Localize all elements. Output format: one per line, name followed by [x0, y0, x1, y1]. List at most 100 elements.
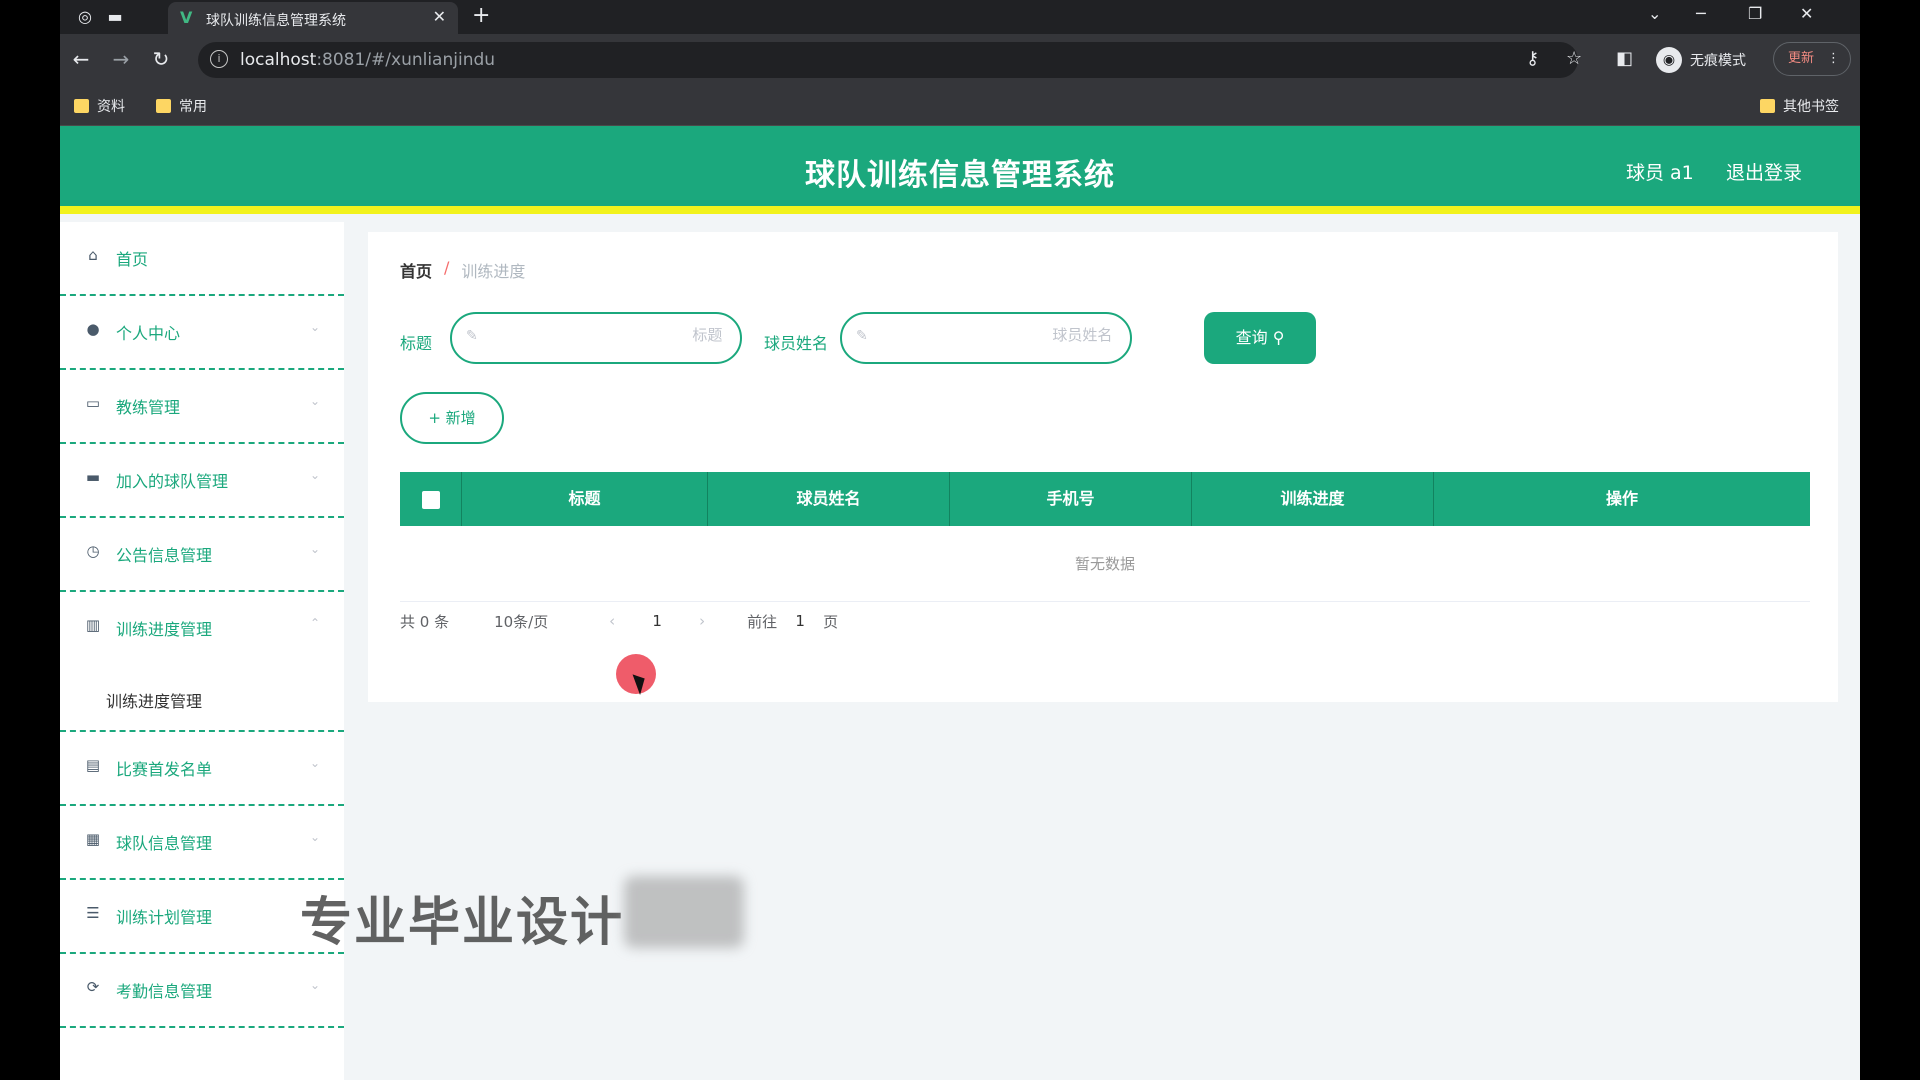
bookmark-label: 资料 [97, 99, 125, 115]
briefcase-icon: ▤ [85, 756, 101, 774]
watermark: 专业毕业设计 [300, 893, 625, 953]
clock-icon: ◷ [86, 542, 100, 560]
sidebar-item-label: 比赛首发名单 [116, 760, 213, 779]
building-icon: ▦ [85, 830, 101, 848]
other-bookmarks[interactable]: 其他书签 [1760, 96, 1839, 116]
table-header: 标题 球员姓名 手机号 训练进度 操作 [400, 472, 1810, 526]
url-field[interactable]: i localhost:8081/#/xunlianjindu [198, 42, 1578, 78]
folder-icon [1760, 99, 1775, 113]
forward-icon[interactable]: → [108, 47, 134, 71]
title-filter-field[interactable]: ✎ [450, 312, 742, 364]
minimize-icon[interactable]: ─ [1696, 4, 1706, 23]
breadcrumb-home[interactable]: 首页 [400, 258, 432, 282]
select-all-checkbox[interactable] [421, 490, 440, 509]
chevron-down-icon: ⌄ [309, 320, 320, 334]
next-page-icon[interactable]: › [677, 612, 727, 630]
update-button[interactable]: 更新 ⋮ [1773, 42, 1851, 76]
sidebar-item-label: 球队信息管理 [116, 834, 213, 853]
address-bar: ← → ↻ i localhost:8081/#/xunlianjindu ⚷ … [60, 34, 1860, 86]
sidebar-item-label: 教练管理 [116, 398, 181, 417]
sidebar-item-team-info[interactable]: ▦ 球队信息管理 ⌄ [60, 806, 344, 880]
chevron-down-icon: ⌄ [309, 394, 320, 408]
sidebar-item-label: 个人中心 [116, 324, 181, 343]
player-name-filter-field[interactable]: ✎ [840, 312, 1132, 364]
chevron-down-icon: ⌄ [309, 542, 320, 556]
player-name-filter-input[interactable] [882, 326, 1113, 344]
select-all-cell[interactable] [400, 472, 462, 526]
player-name-filter-label: 球员姓名 [764, 334, 829, 353]
page-suffix: 页 [823, 612, 839, 631]
browser-tab[interactable]: V 球队训练信息管理系统 ✕ [168, 2, 458, 34]
sidebar-toggle-icon[interactable]: ◧ [1616, 48, 1633, 69]
main-content: 首页 / 训练进度 标题 ✎ 球员姓名 ✎ 查询 ⚲ + 新增 标题 球员姓名 [368, 232, 1838, 702]
chevron-down-icon: ⌄ [309, 756, 320, 770]
site-info-icon[interactable]: i [210, 50, 228, 68]
page-number[interactable]: 1 [637, 612, 677, 630]
sidebar-item-training-progress[interactable]: ▥ 训练进度管理 ⌃ [60, 592, 344, 666]
column-header: 训练进度 [1192, 472, 1434, 526]
submenu-item-training-progress[interactable]: 训练进度管理 [60, 666, 344, 732]
sidebar-item-joined-team[interactable]: ▬ 加入的球队管理 ⌄ [60, 444, 344, 518]
vue-logo-icon: V [180, 8, 193, 27]
key-icon[interactable]: ⚷ [1526, 48, 1539, 69]
browser-menu-icon[interactable]: ◎ [74, 6, 96, 28]
tab-bar: ◎ ▬ V 球队训练信息管理系统 ✕ + ⌄ ─ ❐ ✕ [60, 0, 1860, 34]
prev-page-icon[interactable]: ‹ [587, 612, 637, 630]
folder-icon [156, 99, 171, 113]
chevron-down-icon: ⌄ [309, 468, 320, 482]
sidebar-item-notice[interactable]: ◷ 公告信息管理 ⌄ [60, 518, 344, 592]
search-icon: ⚲ [1272, 328, 1285, 347]
column-header: 球员姓名 [708, 472, 950, 526]
update-label: 更新 [1788, 51, 1815, 66]
more-icon[interactable]: ⋮ [1827, 43, 1840, 75]
close-tab-icon[interactable]: ✕ [433, 7, 446, 26]
tab-search-icon[interactable]: ▬ [104, 6, 126, 28]
chevron-down-icon[interactable]: ⌄ [1648, 4, 1661, 23]
restore-icon[interactable]: ❐ [1748, 4, 1762, 23]
breadcrumb-current: 训练进度 [461, 262, 526, 281]
sidebar-item-coach[interactable]: ▭ 教练管理 ⌄ [60, 370, 344, 444]
column-header: 手机号 [950, 472, 1192, 526]
url-path: :8081/#/xunlianjindu [316, 50, 496, 70]
back-icon[interactable]: ← [68, 47, 94, 71]
bookmark-folder[interactable]: 常用 [156, 96, 207, 116]
edit-icon: ✎ [466, 328, 478, 344]
user-icon: ● [86, 320, 100, 338]
sidebar-item-home[interactable]: ⌂ 首页 [60, 222, 344, 296]
empty-state: 暂无数据 [400, 526, 1810, 602]
page-title: 球队训练信息管理系统 [805, 158, 1115, 193]
title-filter-input[interactable] [492, 326, 723, 344]
reload-icon[interactable]: ↻ [148, 47, 174, 71]
star-icon[interactable]: ☆ [1566, 48, 1582, 69]
url-host: localhost [240, 50, 317, 70]
page-size-select[interactable]: 10条/页 [477, 604, 588, 638]
sidebar-item-label: 加入的球队管理 [116, 472, 229, 491]
new-tab-icon[interactable]: + [472, 3, 490, 28]
incognito-icon: ◉ [1656, 47, 1682, 73]
sidebar-item-attendance[interactable]: ⟳ 考勤信息管理 ⌄ [60, 954, 344, 1028]
sidebar-item-lineup[interactable]: ▤ 比赛首发名单 ⌄ [60, 732, 344, 806]
add-button[interactable]: + 新增 [400, 392, 504, 444]
logout-link[interactable]: 退出登录 [1726, 158, 1802, 185]
refresh-icon: ⟳ [86, 978, 100, 996]
goto-page-input[interactable]: 1 [777, 612, 823, 630]
search-button[interactable]: 查询 ⚲ [1204, 312, 1316, 364]
sidebar-item-profile[interactable]: ● 个人中心 ⌄ [60, 296, 344, 370]
tab-title: 球队训练信息管理系统 [206, 13, 346, 29]
search-label: 查询 [1235, 328, 1268, 347]
submenu-item-label: 训练进度管理 [106, 692, 203, 711]
bookmark-folder[interactable]: 资料 [74, 96, 125, 116]
other-bookmarks-label: 其他书签 [1783, 99, 1839, 115]
chevron-down-icon: ⌄ [309, 978, 320, 992]
browser-window: ◎ ▬ V 球队训练信息管理系统 ✕ + ⌄ ─ ❐ ✕ ← → ↻ i loc… [60, 0, 1860, 1080]
pagination: 共 0 条 10条/页 ‹ 1 › 前往 1 页 [400, 604, 838, 638]
bookmarks-bar: 资料 常用 其他书签 [60, 86, 1860, 126]
goto-label: 前往 [747, 612, 778, 631]
sidebar-item-label: 考勤信息管理 [116, 982, 213, 1001]
column-header: 标题 [462, 472, 708, 526]
incognito-indicator[interactable]: ◉ 无痕模式 [1656, 47, 1746, 73]
edit-icon: ✎ [856, 328, 868, 344]
close-window-icon[interactable]: ✕ [1800, 4, 1813, 23]
sidebar-item-label: 训练进度管理 [116, 620, 213, 639]
sidebar-item-label: 公告信息管理 [116, 546, 213, 565]
